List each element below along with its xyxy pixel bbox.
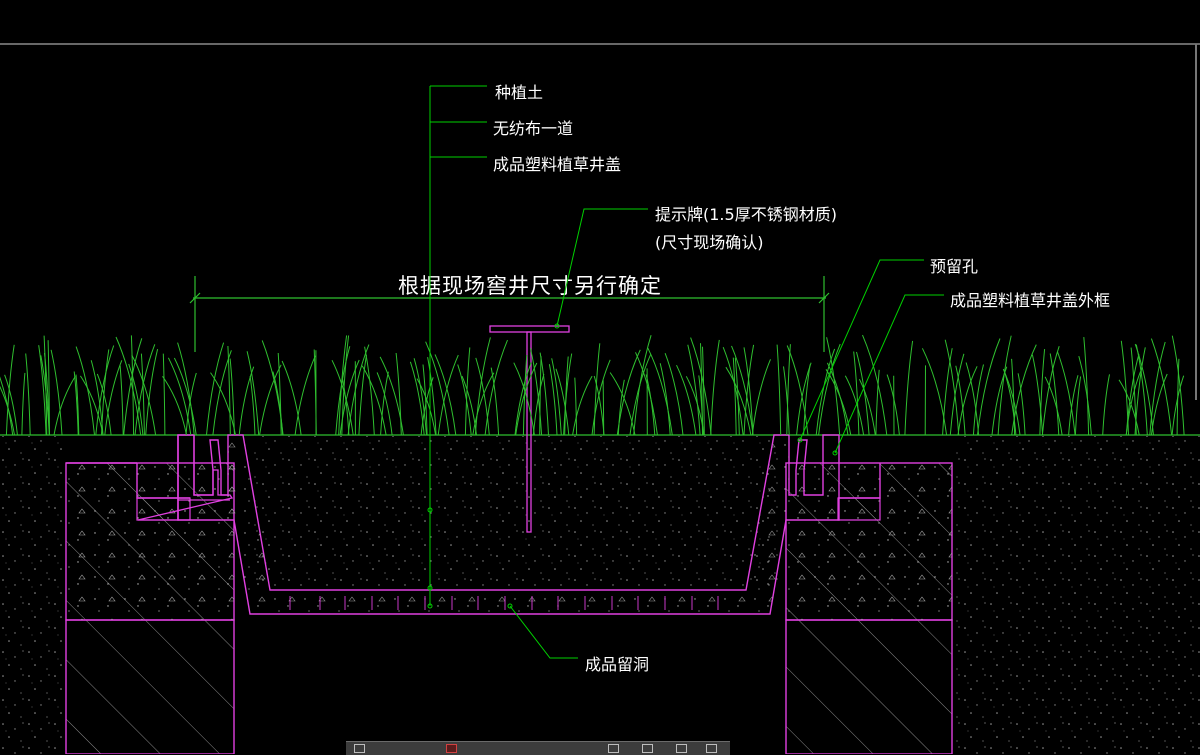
soil-fill-right xyxy=(952,436,1200,754)
grass-blade xyxy=(594,343,600,435)
label-sign-line1: 提示牌(1.5厚不锈钢材质) xyxy=(655,205,837,224)
grass-blade xyxy=(163,354,165,435)
grass-blade xyxy=(677,365,696,435)
cover-frame-ledge-right xyxy=(838,498,880,520)
grass-layer xyxy=(0,335,1184,435)
grass-blade xyxy=(428,357,437,435)
bottom-toolbar-strip xyxy=(346,741,730,755)
toolbar-icon[interactable] xyxy=(354,744,365,753)
label-nonwoven-fabric: 无纺布一道 xyxy=(493,119,573,138)
label-sign-line2: (尺寸现场确认) xyxy=(655,233,764,252)
grass-blade xyxy=(845,376,863,435)
grass-blade xyxy=(956,366,965,435)
grass-blade xyxy=(1151,339,1171,435)
toolbar-icon[interactable] xyxy=(706,744,717,753)
grass-blade xyxy=(540,353,548,435)
grass-blade xyxy=(711,340,720,435)
grass-blade xyxy=(102,349,109,435)
grass-blade xyxy=(978,339,1001,436)
toolbar-icon[interactable] xyxy=(608,744,619,753)
grass-blade xyxy=(1084,337,1089,435)
grass-blade xyxy=(26,354,31,436)
cad-drawing-canvas: 根据现场窖井尺寸另行确定 种植土 无纺布一道 成品塑料植草井盖 提示牌(1.5厚… xyxy=(0,0,1200,754)
grass-blade xyxy=(105,360,122,435)
grass-blade xyxy=(1151,374,1167,435)
grass-blade xyxy=(752,359,770,435)
toolbar-icon[interactable] xyxy=(642,744,653,753)
sign-leader xyxy=(555,209,648,328)
reserved-hole-leader xyxy=(798,260,924,442)
grass-blade xyxy=(787,346,808,436)
grass-blade xyxy=(617,350,640,435)
label-planting-soil: 种植土 xyxy=(495,83,543,102)
soil-fill-middle xyxy=(250,436,778,586)
grass-blade xyxy=(992,367,1007,435)
grass-blade xyxy=(247,351,259,435)
label-drain-hole: 成品留洞 xyxy=(585,655,649,674)
grass-blade xyxy=(146,349,158,435)
grass-blade xyxy=(1075,377,1080,436)
grass-blade xyxy=(135,344,155,435)
grass-blade xyxy=(163,376,187,435)
grass-blade xyxy=(549,364,557,435)
grass-blade xyxy=(1045,377,1062,435)
dimension-label: 根据现场窖井尺寸另行确定 xyxy=(398,274,662,298)
grass-blade xyxy=(950,354,964,435)
grass-blade xyxy=(120,365,123,435)
grass-blade xyxy=(295,356,315,435)
grass-blade xyxy=(396,353,401,435)
toolbar-icon[interactable] xyxy=(676,744,687,753)
layer-icon[interactable] xyxy=(446,744,457,753)
grass-blade xyxy=(648,348,672,435)
grass-blade xyxy=(1079,356,1092,435)
label-grass-cover: 成品塑料植草井盖 xyxy=(493,155,621,174)
grass-blade xyxy=(414,358,426,435)
label-reserved-hole: 预留孔 xyxy=(930,257,978,276)
grass-blade xyxy=(250,376,255,435)
grass-blade xyxy=(1103,374,1110,435)
grass-blade xyxy=(665,353,683,435)
grass-blade xyxy=(876,370,879,435)
grass-blade xyxy=(777,345,781,435)
label-cover-frame: 成品塑料植草井盖外框 xyxy=(950,291,1110,310)
grass-blade xyxy=(230,359,234,436)
grass-blade xyxy=(863,335,887,435)
grass-blade xyxy=(239,367,254,435)
grass-blade xyxy=(96,346,114,436)
grass-blade xyxy=(1050,354,1059,436)
grass-blade xyxy=(458,365,472,436)
grass-blade xyxy=(575,378,577,435)
grass-blade xyxy=(282,361,301,435)
grass-blade xyxy=(485,340,507,435)
grass-blade xyxy=(1069,375,1078,435)
grass-blade xyxy=(905,341,913,435)
grass-blade xyxy=(22,373,25,435)
grass-blade xyxy=(854,352,859,436)
soil-fill-left xyxy=(0,436,66,754)
grass-blade xyxy=(943,348,953,435)
cover-frame-ledge-left xyxy=(137,498,190,520)
